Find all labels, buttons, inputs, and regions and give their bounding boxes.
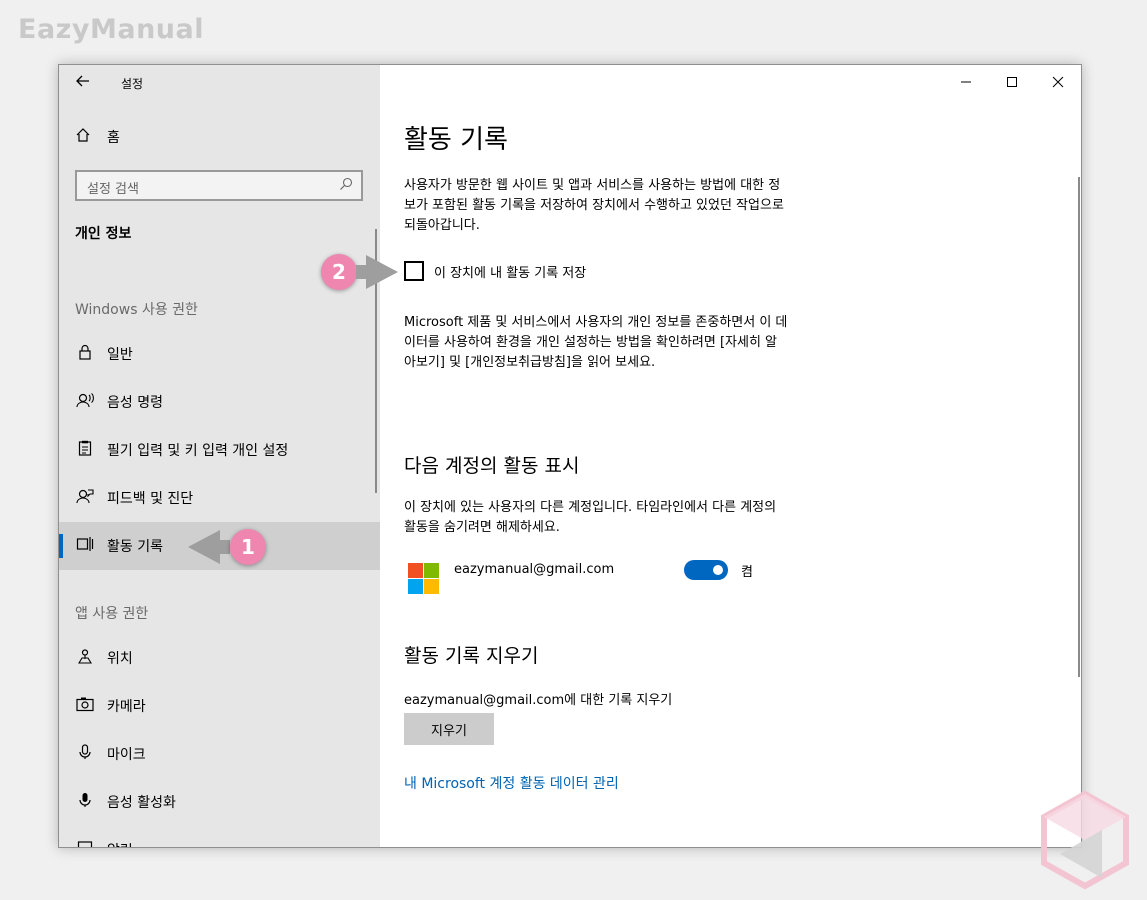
home-icon bbox=[75, 127, 95, 147]
store-activity-label: 이 장치에 내 활동 기록 저장 bbox=[434, 265, 587, 281]
main-scrollbar[interactable] bbox=[1078, 177, 1080, 677]
sidebar-item-label: 음성 명령 bbox=[107, 395, 163, 411]
annotation-arrow-1 bbox=[188, 530, 230, 564]
sidebar-item-speech[interactable]: 음성 명령 bbox=[59, 378, 380, 426]
account-email: eazymanual@gmail.com bbox=[454, 562, 615, 577]
settings-window: 설정 홈 설정 검색 개인 정보 Windows 사용 권한 일반 음성 명령 … bbox=[58, 64, 1082, 848]
search-icon[interactable] bbox=[339, 177, 353, 195]
search-placeholder: 설정 검색 bbox=[87, 182, 139, 197]
selection-indicator bbox=[59, 534, 63, 558]
account-activity-toggle[interactable] bbox=[684, 560, 728, 580]
lock-icon bbox=[75, 344, 95, 364]
intro-line: 보가 포함된 활동 기록을 저장하여 장치에서 수행하고 있었던 작업으로 bbox=[404, 198, 784, 213]
page-title: 활동 기록 bbox=[404, 125, 508, 155]
sidebar-item-notifications[interactable]: 알림 bbox=[59, 826, 380, 847]
store-activity-checkbox[interactable] bbox=[404, 261, 424, 281]
annotation-arrow-2 bbox=[356, 255, 398, 289]
accounts-desc-line: 활동을 숨기려면 해제하세요. bbox=[404, 520, 560, 535]
sidebar-item-label: 알림 bbox=[107, 840, 133, 847]
group-label-windows: Windows 사용 권한 bbox=[75, 302, 198, 318]
minimize-button[interactable] bbox=[943, 65, 989, 99]
sidebar-item-general[interactable]: 일반 bbox=[59, 330, 380, 378]
notification-icon bbox=[75, 840, 95, 847]
window-title: 설정 bbox=[121, 77, 144, 91]
sidebar-item-feedback[interactable]: 피드백 및 진단 bbox=[59, 474, 380, 522]
brand-watermark: EazyManual bbox=[18, 14, 204, 45]
clear-history-button[interactable]: 지우기 bbox=[404, 713, 494, 745]
accounts-description: 이 장치에 있는 사용자의 다른 계정입니다. 타임라인에서 다른 계정의 활동… bbox=[404, 498, 864, 538]
sidebar-item-home[interactable]: 홈 bbox=[75, 125, 120, 149]
home-label: 홈 bbox=[107, 130, 120, 146]
toggle-knob bbox=[713, 565, 723, 575]
clipboard-icon bbox=[75, 440, 95, 460]
sidebar-item-label: 카메라 bbox=[107, 699, 146, 715]
sidebar-item-label: 필기 입력 및 키 입력 개인 설정 bbox=[107, 443, 289, 459]
back-arrow-icon[interactable] bbox=[75, 73, 95, 93]
privacy-line: 이터를 사용하여 환경을 개인 설정하는 방법을 확인하려면 [자세히 알 bbox=[404, 335, 778, 350]
sidebar-item-microphone[interactable]: 마이크 bbox=[59, 730, 380, 778]
sidebar-item-location[interactable]: 위치 bbox=[59, 634, 380, 682]
microphone-icon bbox=[75, 744, 95, 764]
section-title: 개인 정보 bbox=[75, 226, 132, 242]
intro-line: 사용자가 방문한 웹 사이트 및 앱과 서비스를 사용하는 방법에 대한 정 bbox=[404, 178, 781, 193]
sidebar-item-voice-activation[interactable]: 음성 활성화 bbox=[59, 778, 380, 826]
sidebar: 설정 홈 설정 검색 개인 정보 Windows 사용 권한 일반 음성 명령 … bbox=[59, 65, 380, 847]
sidebar-item-label: 활동 기록 bbox=[107, 539, 163, 555]
privacy-text: Microsoft 제품 및 서비스에서 사용자의 개인 정보를 존중하면서 이… bbox=[404, 313, 864, 373]
clear-history-label: eazymanual@gmail.com에 대한 기록 지우기 bbox=[404, 693, 673, 708]
annotation-badge-1: 1 bbox=[230, 529, 266, 565]
sidebar-item-camera[interactable]: 카메라 bbox=[59, 682, 380, 730]
maximize-button[interactable] bbox=[989, 65, 1035, 99]
sidebar-item-label: 마이크 bbox=[107, 747, 146, 763]
account-row: eazymanual@gmail.com 켬 bbox=[408, 557, 768, 597]
intro-text: 사용자가 방문한 웹 사이트 및 앱과 서비스를 사용하는 방법에 대한 정 보… bbox=[404, 176, 864, 236]
voice-activation-icon bbox=[75, 792, 95, 812]
toggle-state-label: 켬 bbox=[741, 565, 753, 580]
search-input[interactable]: 설정 검색 bbox=[75, 170, 363, 201]
sidebar-item-label: 음성 활성화 bbox=[107, 795, 176, 811]
privacy-line: 아보기] 및 [개인정보취급방침]을 읽어 보세요. bbox=[404, 355, 656, 370]
microsoft-logo-icon bbox=[408, 563, 440, 595]
sidebar-item-label: 일반 bbox=[107, 347, 133, 363]
sidebar-item-label: 피드백 및 진단 bbox=[107, 491, 194, 507]
corner-cube-logo-icon bbox=[1041, 790, 1129, 890]
accounts-desc-line: 이 장치에 있는 사용자의 다른 계정입니다. 타임라인에서 다른 계정의 bbox=[404, 500, 777, 515]
store-activity-row[interactable]: 이 장치에 내 활동 기록 저장 bbox=[404, 261, 586, 281]
manage-activity-link[interactable]: 내 Microsoft 계정 활동 데이터 관리 bbox=[404, 773, 619, 793]
intro-line: 되돌아갑니다. bbox=[404, 218, 480, 233]
timeline-icon bbox=[75, 536, 95, 556]
group-label-apps: 앱 사용 권한 bbox=[75, 606, 149, 622]
privacy-line: Microsoft 제품 및 서비스에서 사용자의 개인 정보를 존중하면서 이… bbox=[404, 315, 788, 330]
accounts-heading: 다음 계정의 활동 표시 bbox=[404, 455, 580, 477]
speech-icon bbox=[75, 392, 95, 412]
annotation-badge-2: 2 bbox=[321, 254, 357, 290]
sidebar-item-inking[interactable]: 필기 입력 및 키 입력 개인 설정 bbox=[59, 426, 380, 474]
sidebar-item-label: 위치 bbox=[107, 651, 133, 667]
feedback-icon bbox=[75, 488, 95, 508]
main-content: 활동 기록 사용자가 방문한 웹 사이트 및 앱과 서비스를 사용하는 방법에 … bbox=[380, 65, 1081, 847]
location-icon bbox=[75, 648, 95, 668]
camera-icon bbox=[75, 696, 95, 716]
close-button[interactable] bbox=[1035, 65, 1081, 99]
clear-history-heading: 활동 기록 지우기 bbox=[404, 645, 539, 667]
